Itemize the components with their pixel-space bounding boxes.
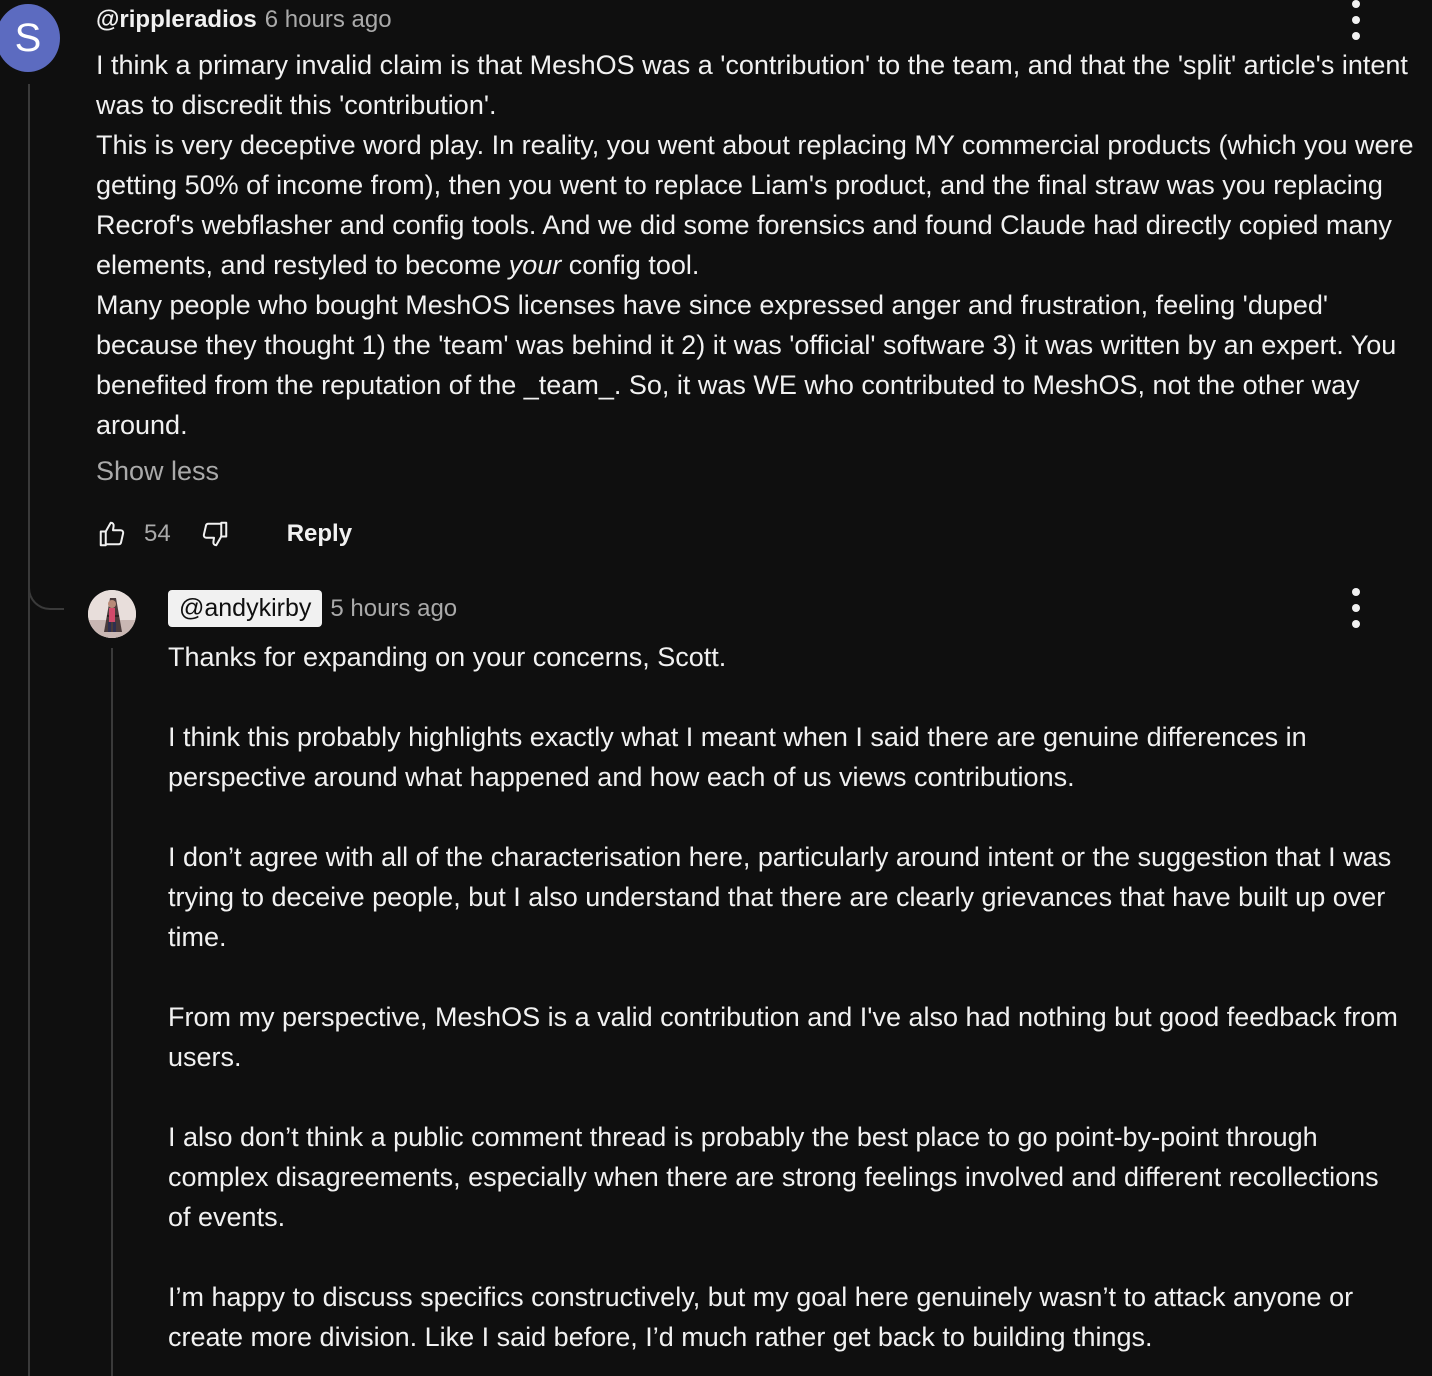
more-vert-icon xyxy=(1352,0,1360,8)
reply-thread-line xyxy=(111,648,113,1376)
reply-button[interactable]: Reply xyxy=(287,520,352,548)
dislike-button[interactable] xyxy=(199,518,231,550)
reply-paragraph: I’m happy to discuss specifics construct… xyxy=(168,1282,1354,1352)
reply-body: Thanks for expanding on your concerns, S… xyxy=(168,637,1408,1357)
comment-thread: S @rippleradios 6 hours ago I think a pr… xyxy=(0,0,1432,1376)
reply-connector xyxy=(28,560,64,610)
comment-body: I think a primary invalid claim is that … xyxy=(96,45,1416,445)
thread-line xyxy=(28,84,30,1376)
avatar[interactable]: S xyxy=(0,4,60,72)
show-less-button[interactable]: Show less xyxy=(96,456,219,487)
comment-timestamp[interactable]: 6 hours ago xyxy=(265,6,392,34)
reply-paragraph: I also don’t think a public comment thre… xyxy=(168,1122,1379,1232)
reply-paragraph: Thanks for expanding on your concerns, S… xyxy=(168,642,727,672)
comment-header: @rippleradios 6 hours ago xyxy=(96,6,392,34)
thumbs-down-icon xyxy=(202,521,227,547)
thumbs-up-icon xyxy=(99,521,125,547)
comment-paragraph: This is very deceptive word play. In rea… xyxy=(96,130,1414,280)
reply-avatar[interactable] xyxy=(88,590,136,638)
reply-paragraph: I think this probably highlights exactly… xyxy=(168,722,1307,792)
comment-actions: 54 Reply xyxy=(96,512,352,556)
emphasis-text: your xyxy=(508,250,562,280)
comment-menu-button[interactable] xyxy=(1346,0,1366,40)
avatar-photo xyxy=(88,590,136,638)
like-button[interactable] xyxy=(96,518,128,550)
reply-timestamp[interactable]: 5 hours ago xyxy=(330,595,457,623)
author-handle-chip[interactable]: @andykirby xyxy=(168,590,323,627)
reply-header: @andykirby 5 hours ago xyxy=(168,590,457,627)
comment-paragraph: Many people who bought MeshOS licenses h… xyxy=(96,290,1397,440)
author-handle[interactable]: @rippleradios xyxy=(96,6,257,34)
reply-paragraph: I don’t agree with all of the characteri… xyxy=(168,842,1392,952)
comment-paragraph: I think a primary invalid claim is that … xyxy=(96,50,1408,120)
like-count: 54 xyxy=(144,520,171,547)
reply-menu-button[interactable] xyxy=(1346,588,1366,628)
reply-paragraph: From my perspective, MeshOS is a valid c… xyxy=(168,1002,1398,1072)
more-vert-icon xyxy=(1352,588,1360,596)
avatar-letter: S xyxy=(14,15,42,60)
